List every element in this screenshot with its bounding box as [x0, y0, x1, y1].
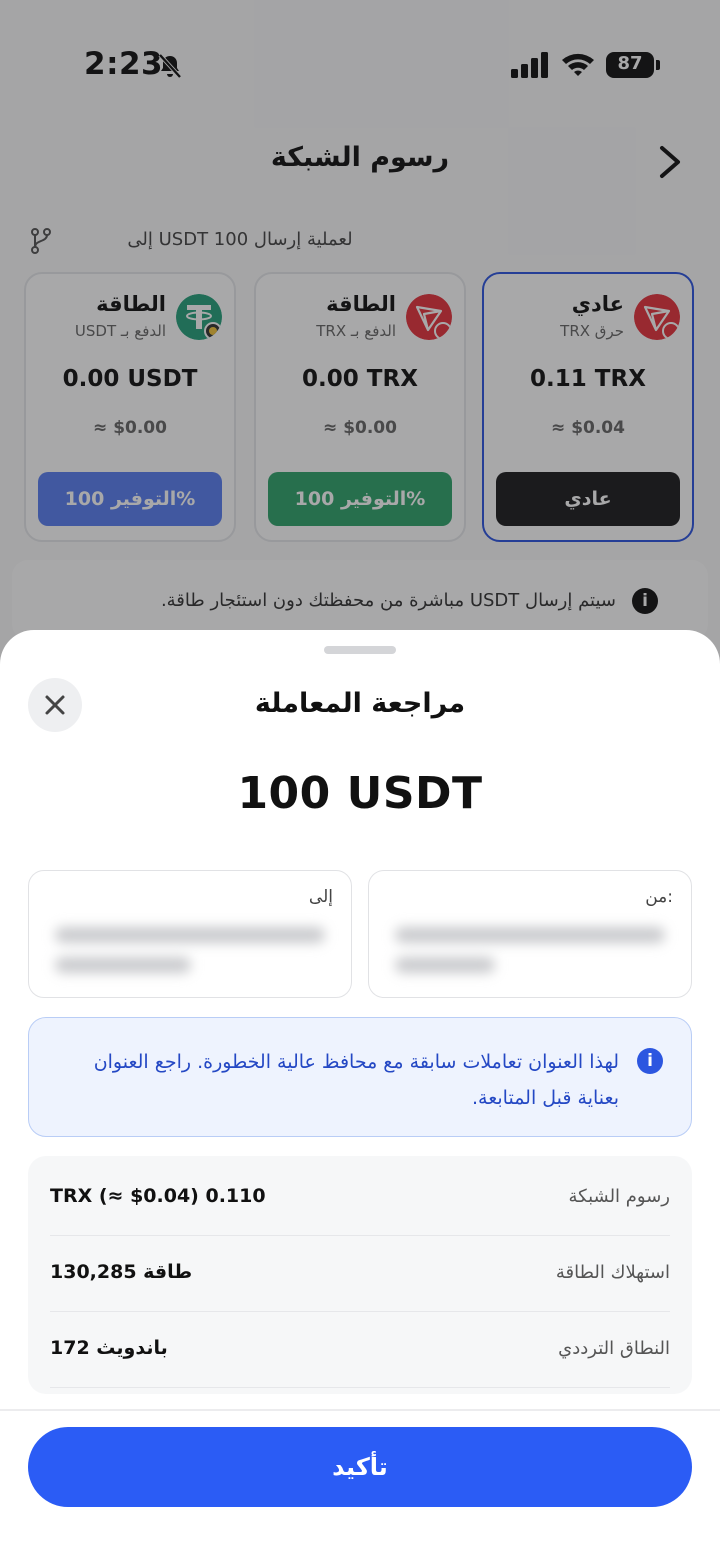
to-address-redacted — [55, 927, 325, 943]
to-address-redacted — [55, 957, 191, 973]
detail-value: 130,285 طاقة — [50, 1261, 193, 1283]
fee-details: رسوم الشبكة TRX (≈ $0.04) 0.110 استهلاك … — [28, 1156, 692, 1394]
detail-value: 172 باندويث — [50, 1337, 168, 1359]
confirm-button[interactable]: تأكيد — [28, 1427, 692, 1507]
detail-row: النطاق الترددي 172 باندويث — [50, 1312, 670, 1388]
detail-label: رسوم الشبكة — [568, 1186, 670, 1207]
detail-label: النطاق الترددي — [558, 1338, 670, 1359]
detail-value: TRX (≈ $0.04) 0.110 — [50, 1185, 266, 1207]
divider — [0, 1409, 720, 1411]
sheet-title: مراجعة المعاملة — [254, 688, 466, 719]
risk-warning-text: لهذا العنوان تعاملات سابقة مع محافظ عالي… — [93, 1051, 619, 1109]
info-icon: i — [637, 1048, 663, 1074]
detail-label: استهلاك الطاقة — [555, 1262, 670, 1283]
sheet-grabber[interactable] — [324, 646, 396, 654]
risk-warning: i لهذا العنوان تعاملات سابقة مع محافظ عا… — [28, 1017, 692, 1137]
detail-row: رسوم الشبكة TRX (≈ $0.04) 0.110 — [50, 1160, 670, 1236]
review-sheet: مراجعة المعاملة 100 USDT من: إلى i لهذا … — [0, 630, 720, 1563]
from-address-redacted — [395, 957, 495, 973]
from-address-card[interactable]: من: — [368, 870, 692, 998]
detail-row: استهلاك الطاقة 130,285 طاقة — [50, 1236, 670, 1312]
transfer-amount: 100 USDT — [237, 768, 483, 819]
to-address-card[interactable]: إلى — [28, 870, 352, 998]
to-label: إلى — [308, 887, 333, 907]
from-address-redacted — [395, 927, 665, 943]
from-label: من: — [645, 887, 673, 907]
